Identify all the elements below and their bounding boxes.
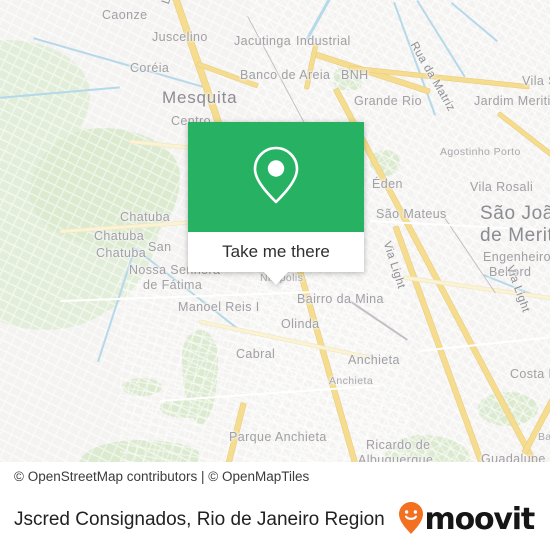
map-place-label: São Mateus (376, 207, 447, 221)
take-me-there-label: Take me there (222, 242, 330, 261)
attribution-text[interactable]: © OpenStreetMap contributors | © OpenMap… (14, 469, 309, 484)
page-title: Jscred Consignados, Rio de Janeiro Regio… (14, 509, 385, 530)
map-place-label: Engenheiro (483, 250, 550, 264)
map-attribution-bar: © OpenStreetMap contributors | © OpenMap… (0, 462, 550, 490)
map-place-label: Anchieta (329, 375, 374, 387)
map-place-label: Vila Rosali (470, 180, 534, 194)
map-place-label: Parque Anchieta (229, 430, 327, 444)
map-place-label: Olinda (281, 317, 320, 331)
map-place-label: Jacutinga (234, 34, 292, 48)
moovit-wordmark: moovit (424, 502, 536, 537)
popup-pin-panel (188, 122, 364, 232)
map-place-label: Bar (538, 431, 550, 443)
location-popup[interactable]: Take me there (188, 122, 364, 285)
map-place-label: Chatuba (96, 246, 147, 260)
map-place-label: Cabral (236, 347, 276, 361)
map-city-label: São Joãode Merit (480, 203, 550, 247)
popup-pointer-tail (263, 271, 289, 285)
moovit-smiley-pin-icon (398, 501, 424, 540)
map-place-label: Mesquita (162, 88, 238, 107)
map-place-label: Chatuba (120, 210, 171, 224)
map-place-label: Banco de Areia (240, 68, 331, 82)
moovit-map-screenshot: Caonze Juscelino Jacutinga Industrial Coréia… (0, 0, 550, 550)
moovit-logo[interactable]: moovit (398, 501, 536, 540)
footer-bar: Jscred Consignados, Rio de Janeiro Regio… (0, 490, 550, 550)
map-place-label: Ricardo de (366, 438, 431, 452)
map-place-label: Coréia (130, 61, 170, 75)
map-place-label: Juscelino (152, 30, 208, 44)
map-place-label: BNH (341, 68, 369, 82)
map-place-label: Éden (372, 177, 403, 191)
map-place-label: Jardim Meriti (474, 94, 550, 108)
map-city-label-line: São João (480, 203, 550, 224)
map-place-label: Caonze (102, 8, 148, 22)
map-place-label: Agostinho Porto (440, 146, 521, 158)
map-place-label: Bairro da Mina (297, 292, 384, 306)
take-me-there-button[interactable]: Take me there (188, 232, 364, 272)
map-place-label: Anchieta (348, 353, 400, 367)
map-place-label: Industrial (296, 34, 351, 48)
map-place-label: Vila S (522, 74, 550, 88)
map-place-label: Costa Ba (510, 367, 550, 381)
map-pin-icon (249, 144, 303, 211)
map-place-label: Chatuba (94, 229, 145, 243)
map-place-label: Grande Rio (354, 94, 422, 108)
map-city-label-line: de Merit (480, 225, 550, 246)
map-place-label: de Fátima (143, 278, 203, 292)
map-place-label: San (148, 240, 172, 254)
map-place-label: Manoel Reis I (178, 300, 260, 314)
